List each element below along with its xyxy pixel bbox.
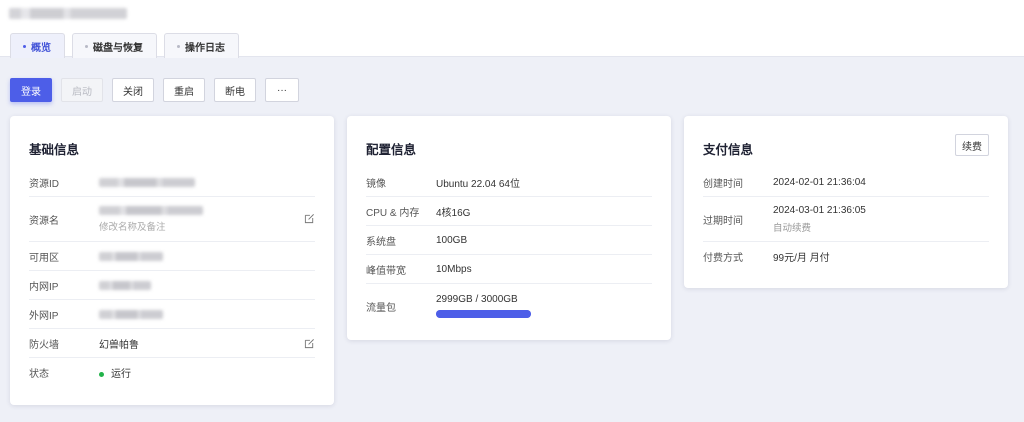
public-ip-redacted	[99, 309, 163, 319]
row-bandwidth: 峰值带宽 10Mbps	[366, 255, 652, 284]
renew-button[interactable]: 续费	[955, 134, 989, 156]
config-info-card: 配置信息 镜像 Ubuntu 22.04 64位 CPU & 内存 4核16G …	[347, 116, 671, 340]
card-title: 配置信息	[366, 143, 417, 157]
row-image: 镜像 Ubuntu 22.04 64位	[366, 168, 652, 197]
tab-overview[interactable]: 概览	[10, 33, 65, 58]
row-system-disk: 系统盘 100GB	[366, 226, 652, 255]
status-running-icon	[99, 371, 104, 377]
tab-label: 概览	[31, 42, 51, 54]
resource-id-redacted	[99, 177, 195, 187]
row-label: 付费方式	[703, 253, 743, 264]
row-private-ip: 内网IP	[29, 271, 315, 300]
created-value: 2024-02-01 21:36:04	[773, 176, 866, 188]
tab-label: 操作日志	[185, 42, 225, 54]
row-cpu-memory: CPU & 内存 4核16G	[366, 197, 652, 226]
top-header: 概览 磁盘与恢复 操作日志	[0, 0, 1024, 58]
row-label: 外网IP	[29, 310, 59, 322]
disk-value: 100GB	[436, 234, 468, 246]
row-public-ip: 外网IP	[29, 300, 315, 329]
row-traffic: 流量包 2999GB / 3000GB	[366, 284, 652, 328]
row-label: 镜像	[366, 178, 386, 190]
row-created-time: 创建时间 2024-02-01 21:36:04	[703, 168, 989, 197]
traffic-value: 2999GB / 3000GB	[436, 294, 518, 305]
row-expire-time: 过期时间 2024-03-01 21:36:05 自动续费	[703, 197, 989, 242]
row-status: 状态 运行	[29, 358, 315, 387]
power-off-button[interactable]: 断电	[214, 78, 256, 102]
traffic-progress-fill	[436, 310, 531, 318]
row-firewall: 防火墙 幻兽帕鲁	[29, 329, 315, 358]
basic-info-card: 基础信息 资源ID 资源名 修改名称及备注 可用区 内网IP 外网IP 防火墙 …	[10, 116, 334, 405]
status-value: 运行	[111, 369, 131, 380]
row-resource-name: 资源名 修改名称及备注	[29, 197, 315, 242]
row-label: 状态	[29, 369, 49, 380]
instance-title-redacted	[9, 8, 127, 19]
card-title: 基础信息	[29, 143, 80, 157]
row-zone: 可用区	[29, 242, 315, 271]
payment-method-value: 99元/月 月付	[773, 253, 830, 264]
image-value: Ubuntu 22.04 64位	[436, 178, 520, 190]
tab-dot-icon	[177, 44, 180, 48]
row-label: 资源ID	[29, 178, 59, 190]
traffic-progress-bar	[436, 310, 531, 318]
config-info-rows: 镜像 Ubuntu 22.04 64位 CPU & 内存 4核16G 系统盘 1…	[366, 168, 652, 328]
shutdown-button[interactable]: 关闭	[112, 78, 154, 102]
tab-bar: 概览 磁盘与恢复 操作日志	[10, 33, 239, 58]
tab-dot-icon	[23, 44, 26, 48]
tab-label: 磁盘与恢复	[93, 42, 143, 54]
bandwidth-value: 10Mbps	[436, 263, 472, 275]
basic-info-rows: 资源ID 资源名 修改名称及备注 可用区 内网IP 外网IP 防火墙 幻兽帕鲁 …	[29, 168, 315, 387]
row-label: 创建时间	[703, 178, 743, 190]
resource-name-redacted	[99, 205, 203, 215]
row-label: 过期时间	[703, 215, 743, 227]
row-label: CPU & 内存	[366, 207, 420, 219]
tab-dot-icon	[85, 44, 88, 48]
edit-firewall-icon[interactable]	[304, 338, 315, 349]
status-value-wrap: 运行	[99, 365, 131, 380]
row-label: 系统盘	[366, 236, 396, 248]
login-button[interactable]: 登录	[10, 78, 52, 102]
resource-name-hint: 修改名称及备注	[99, 221, 166, 233]
action-toolbar: 登录 启动 关闭 重启 断电 ···	[10, 78, 299, 102]
card-title: 支付信息	[703, 143, 754, 157]
payment-info-card: 支付信息 续费 创建时间 2024-02-01 21:36:04 过期时间 20…	[684, 116, 1008, 288]
cpu-value: 4核16G	[436, 207, 471, 219]
row-label: 内网IP	[29, 281, 59, 293]
row-label: 峰值带宽	[366, 265, 406, 277]
row-label: 资源名	[29, 215, 59, 227]
edit-name-icon[interactable]	[304, 213, 315, 224]
payment-info-rows: 创建时间 2024-02-01 21:36:04 过期时间 2024-03-01…	[703, 168, 989, 271]
tab-operation-log[interactable]: 操作日志	[164, 33, 239, 58]
firewall-value[interactable]: 幻兽帕鲁	[99, 336, 139, 351]
private-ip-redacted	[99, 280, 151, 290]
tab-disk-recovery[interactable]: 磁盘与恢复	[72, 33, 157, 58]
more-actions-button[interactable]: ···	[265, 78, 299, 102]
row-label: 防火墙	[29, 339, 59, 351]
row-label: 流量包	[366, 302, 396, 314]
row-label: 可用区	[29, 252, 59, 264]
auto-renew-label: 自动续费	[773, 222, 812, 234]
expire-value: 2024-03-01 21:36:05	[773, 204, 866, 216]
start-button[interactable]: 启动	[61, 78, 103, 102]
restart-button[interactable]: 重启	[163, 78, 205, 102]
zone-redacted	[99, 251, 163, 261]
row-resource-id: 资源ID	[29, 168, 315, 197]
row-payment-method: 付费方式 99元/月 月付	[703, 242, 989, 271]
